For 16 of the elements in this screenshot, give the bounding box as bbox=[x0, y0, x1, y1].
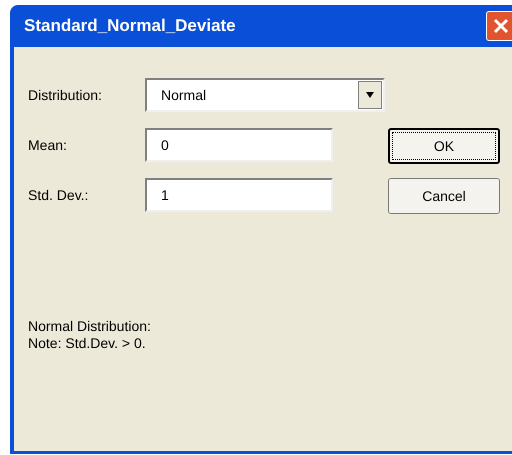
window-title: Standard_Normal_Deviate bbox=[24, 15, 236, 38]
close-button[interactable] bbox=[486, 11, 512, 41]
close-icon bbox=[493, 18, 509, 34]
input-field[interactable]: 0 bbox=[145, 128, 333, 162]
dialog-button[interactable]: Cancel bbox=[388, 178, 500, 214]
note-text: Note: Std.Dev. > 0. bbox=[28, 335, 147, 352]
note-text: Normal Distribution: bbox=[28, 318, 152, 335]
dropdown-arrow-button[interactable] bbox=[358, 81, 382, 109]
caret-icon bbox=[365, 92, 375, 98]
distribution-label: Distribution: bbox=[28, 86, 103, 104]
distribution-dropdown[interactable]: Normal bbox=[145, 78, 385, 112]
field-label: Std. Dev.: bbox=[28, 186, 90, 204]
input-field[interactable]: 1 bbox=[145, 178, 333, 212]
dialog-button[interactable]: OK bbox=[388, 128, 500, 164]
dropdown-value: Normal bbox=[160, 86, 208, 104]
field-label: Mean: bbox=[28, 136, 68, 154]
